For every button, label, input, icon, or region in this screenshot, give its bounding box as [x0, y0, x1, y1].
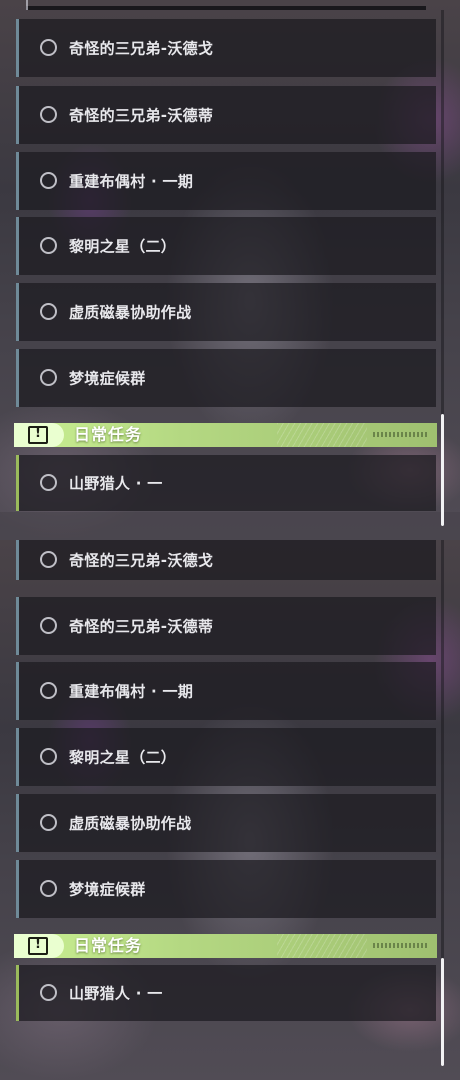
quest-accent-bar — [16, 965, 19, 1021]
quest-accent-bar — [16, 349, 19, 407]
quest-item-label: 虚质磁暴协助作战 — [69, 814, 192, 833]
quest-item[interactable]: 奇怪的三兄弟-沃德蒂 — [16, 597, 436, 655]
quest-status-circle-icon — [40, 303, 57, 320]
quest-accent-bar — [16, 283, 19, 341]
scrollbar-thumb[interactable] — [441, 414, 444, 526]
quest-status-circle-icon — [40, 39, 57, 56]
quest-accent-bar — [16, 860, 19, 918]
quest-status-circle-icon — [40, 682, 57, 699]
daily-quests-header[interactable]: 日常任务 — [14, 423, 437, 447]
quest-accent-bar — [16, 217, 19, 275]
quest-accent-bar — [16, 662, 19, 720]
quest-status-circle-icon — [40, 237, 57, 254]
alert-icon — [28, 426, 48, 444]
quest-item-label: 奇怪的三兄弟-沃德戈 — [69, 551, 214, 570]
quest-list-panel-top: 奇怪的三兄弟-沃德戈 奇怪的三兄弟-沃德蒂 重建布偶村 · 一期 黎明之星（二）… — [0, 0, 460, 540]
quest-item-label: 奇怪的三兄弟-沃德蒂 — [69, 617, 214, 636]
scrollbar-thumb[interactable] — [441, 958, 444, 1066]
alert-icon — [28, 937, 48, 955]
quest-item-label: 梦境症候群 — [69, 369, 146, 388]
quest-accent-bar — [16, 794, 19, 852]
quest-item[interactable]: 奇怪的三兄弟-沃德蒂 — [16, 86, 436, 144]
quest-accent-bar — [16, 152, 19, 210]
quest-item-label: 虚质磁暴协助作战 — [69, 303, 192, 322]
quest-item[interactable]: 奇怪的三兄弟-沃德戈 — [16, 19, 436, 77]
quest-status-circle-icon — [40, 880, 57, 897]
quest-item[interactable]: 重建布偶村 · 一期 — [16, 662, 436, 720]
quest-status-circle-icon — [40, 748, 57, 765]
quest-status-circle-icon — [40, 617, 57, 634]
quest-status-circle-icon — [40, 474, 57, 491]
header-tag-decoration — [373, 943, 429, 948]
header-tag-decoration — [373, 432, 429, 437]
quest-status-circle-icon — [40, 172, 57, 189]
quest-item-label: 奇怪的三兄弟-沃德戈 — [69, 39, 214, 58]
quest-accent-bar — [16, 597, 19, 655]
quest-status-circle-icon — [40, 106, 57, 123]
daily-quests-header[interactable]: 日常任务 — [14, 934, 437, 958]
quest-item[interactable]: 奇怪的三兄弟-沃德戈 — [16, 540, 436, 580]
quest-item[interactable]: 虚质磁暴协助作战 — [16, 794, 436, 852]
quest-accent-bar — [16, 455, 19, 511]
daily-quest-item[interactable]: 山野猎人 · 一 — [16, 965, 436, 1021]
header-hatch-decoration — [277, 423, 367, 447]
quest-item[interactable]: 黎明之星（二） — [16, 217, 436, 275]
quest-item-label: 重建布偶村 · 一期 — [69, 682, 194, 701]
quest-status-circle-icon — [40, 369, 57, 386]
quest-status-circle-icon — [40, 551, 57, 568]
quest-status-circle-icon — [40, 814, 57, 831]
quest-accent-bar — [16, 19, 19, 77]
list-bottom-fade — [0, 512, 460, 540]
header-hatch-decoration — [277, 934, 367, 958]
top-divider — [26, 6, 426, 10]
quest-item-label: 山野猎人 · 一 — [69, 474, 163, 493]
alert-badge — [14, 934, 64, 958]
quest-item-label: 黎明之星（二） — [69, 237, 177, 256]
section-title: 日常任务 — [74, 425, 143, 444]
quest-item[interactable]: 虚质磁暴协助作战 — [16, 283, 436, 341]
quest-item-label: 黎明之星（二） — [69, 748, 177, 767]
section-title: 日常任务 — [74, 936, 143, 955]
quest-item[interactable]: 黎明之星（二） — [16, 728, 436, 786]
quest-item-label: 重建布偶村 · 一期 — [69, 172, 194, 191]
quest-accent-bar — [16, 86, 19, 144]
quest-item[interactable]: 重建布偶村 · 一期 — [16, 152, 436, 210]
quest-list-panel-bottom: 奇怪的三兄弟-沃德戈 奇怪的三兄弟-沃德蒂 重建布偶村 · 一期 黎明之星（二）… — [0, 540, 460, 1080]
quest-item[interactable]: 梦境症候群 — [16, 349, 436, 407]
daily-quest-item[interactable]: 山野猎人 · 一 — [16, 455, 436, 511]
quest-item[interactable]: 梦境症候群 — [16, 860, 436, 918]
quest-item-label: 梦境症候群 — [69, 880, 146, 899]
top-divider-tick — [26, 0, 28, 10]
quest-status-circle-icon — [40, 984, 57, 1001]
quest-item-label: 奇怪的三兄弟-沃德蒂 — [69, 106, 214, 125]
quest-item-label: 山野猎人 · 一 — [69, 984, 163, 1003]
alert-badge — [14, 423, 64, 447]
quest-accent-bar — [16, 540, 19, 580]
quest-accent-bar — [16, 728, 19, 786]
